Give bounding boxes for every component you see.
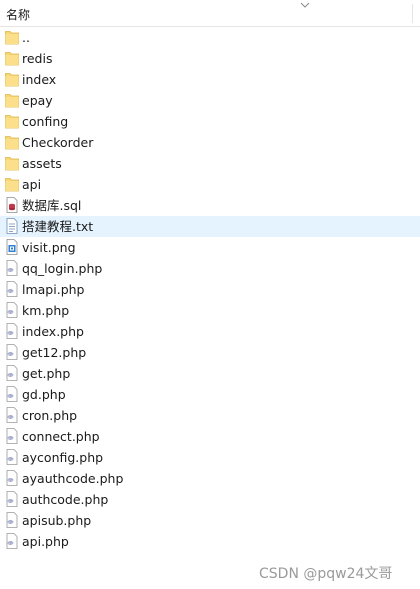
sql-file-icon [5, 197, 19, 213]
svg-text:php: php [8, 415, 14, 419]
file-row[interactable]: php get.php [0, 363, 420, 384]
php-file-icon: php [5, 512, 19, 528]
php-file-icon: php [5, 470, 19, 486]
text-file-icon [5, 218, 19, 234]
file-name-label: connect.php [22, 429, 100, 444]
folder-icon [5, 50, 19, 66]
file-name-label: redis [22, 51, 53, 66]
file-row[interactable]: php index.php [0, 321, 420, 342]
file-list: .. redis index epay confing Checkorder assets a… [0, 27, 420, 552]
file-row[interactable]: php gd.php [0, 384, 420, 405]
svg-text:php: php [8, 394, 14, 398]
file-name-label: km.php [22, 303, 70, 318]
file-row[interactable]: php connect.php [0, 426, 420, 447]
svg-text:php: php [8, 352, 14, 356]
svg-text:php: php [8, 520, 14, 524]
image-file-icon [5, 239, 19, 255]
php-file-icon: php [5, 281, 19, 297]
file-name-label: 搭建教程.txt [22, 219, 94, 234]
file-name-label: index.php [22, 324, 84, 339]
file-name-label: .. [22, 30, 30, 45]
svg-text:php: php [8, 436, 14, 440]
file-row[interactable]: php lmapi.php [0, 279, 420, 300]
file-name-label: apisub.php [22, 513, 92, 528]
file-name-label: confing [22, 114, 69, 129]
file-row[interactable]: php get12.php [0, 342, 420, 363]
folder-row[interactable]: confing [0, 111, 420, 132]
php-file-icon: php [5, 407, 19, 423]
folder-icon [5, 134, 19, 150]
file-name-label: visit.png [22, 240, 76, 255]
file-row[interactable]: php authcode.php [0, 489, 420, 510]
folder-icon [5, 92, 19, 108]
sort-chevron-icon [300, 2, 310, 8]
file-name-label: qq_login.php [22, 261, 103, 276]
column-header: 名称 [0, 0, 420, 27]
folder-icon [5, 113, 19, 129]
php-file-icon: php [5, 365, 19, 381]
php-file-icon: php [5, 428, 19, 444]
file-row[interactable]: 数据库.sql [0, 195, 420, 216]
file-name-label: ayconfig.php [22, 450, 104, 465]
file-row[interactable]: visit.png [0, 237, 420, 258]
folder-row[interactable]: redis [0, 48, 420, 69]
file-name-label: Checkorder [22, 135, 94, 150]
file-name-label: cron.php [22, 408, 78, 423]
folder-icon [5, 176, 19, 192]
file-name-label: gd.php [22, 387, 66, 402]
file-row[interactable]: php ayconfig.php [0, 447, 420, 468]
folder-row[interactable]: index [0, 69, 420, 90]
file-name-label: api [22, 177, 42, 192]
php-file-icon: php [5, 386, 19, 402]
folder-icon [5, 29, 19, 45]
file-name-label: get.php [22, 366, 71, 381]
folder-icon [5, 71, 19, 87]
svg-text:php: php [8, 457, 14, 461]
svg-text:php: php [8, 541, 14, 545]
php-file-icon: php [5, 260, 19, 276]
file-name-label: api.php [22, 534, 69, 549]
file-name-label: ayauthcode.php [22, 471, 124, 486]
column-divider[interactable] [412, 4, 413, 23]
column-name-header[interactable]: 名称 [6, 6, 30, 23]
file-row[interactable]: php apisub.php [0, 510, 420, 531]
php-file-icon: php [5, 302, 19, 318]
php-file-icon: php [5, 344, 19, 360]
svg-text:php: php [8, 289, 14, 293]
file-name-label: index [22, 72, 57, 87]
watermark: CSDN @pqw24文哥 [259, 566, 393, 582]
svg-text:php: php [8, 499, 14, 503]
file-name-label: get12.php [22, 345, 87, 360]
folder-row[interactable]: api [0, 174, 420, 195]
file-row[interactable]: php qq_login.php [0, 258, 420, 279]
file-row[interactable]: php cron.php [0, 405, 420, 426]
svg-text:php: php [8, 331, 14, 335]
svg-text:php: php [8, 478, 14, 482]
php-file-icon: php [5, 449, 19, 465]
file-name-label: lmapi.php [22, 282, 85, 297]
folder-row[interactable]: assets [0, 153, 420, 174]
file-row[interactable]: php km.php [0, 300, 420, 321]
file-row[interactable]: php ayauthcode.php [0, 468, 420, 489]
svg-text:php: php [8, 268, 14, 272]
file-row[interactable]: php api.php [0, 531, 420, 552]
php-file-icon: php [5, 491, 19, 507]
svg-text:php: php [8, 373, 14, 377]
php-file-icon: php [5, 323, 19, 339]
folder-icon [5, 155, 19, 171]
file-name-label: 数据库.sql [22, 198, 82, 213]
php-file-icon: php [5, 533, 19, 549]
folder-row[interactable]: .. [0, 27, 420, 48]
folder-row[interactable]: epay [0, 90, 420, 111]
file-name-label: epay [22, 93, 53, 108]
file-row[interactable]: 搭建教程.txt [0, 216, 420, 237]
svg-text:php: php [8, 310, 14, 314]
file-name-label: authcode.php [22, 492, 109, 507]
file-name-label: assets [22, 156, 62, 171]
folder-row[interactable]: Checkorder [0, 132, 420, 153]
